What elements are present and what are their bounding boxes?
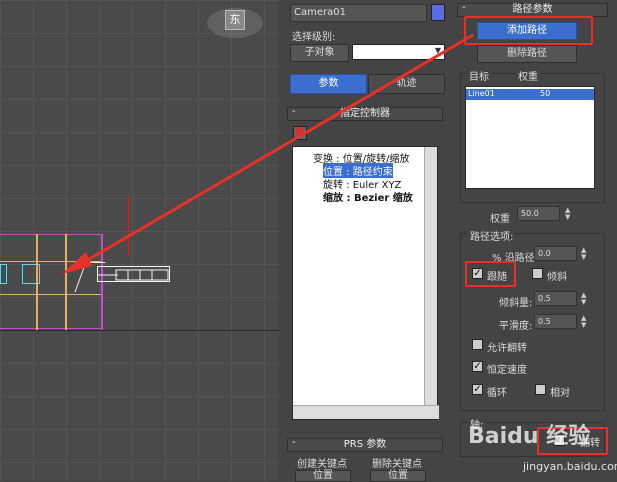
assign-controller-icon[interactable] bbox=[293, 126, 307, 140]
viewcube[interactable]: 东 bbox=[207, 8, 263, 38]
path-box-1 bbox=[0, 264, 7, 284]
tab-params[interactable]: 参数 bbox=[290, 74, 367, 94]
tree-scrollbar-v[interactable] bbox=[424, 147, 437, 405]
create-key-label: 创建关键点 bbox=[297, 459, 347, 470]
viewport[interactable]: 东 bbox=[0, 0, 279, 481]
assign-icon bbox=[296, 127, 304, 135]
path-box-2 bbox=[22, 264, 40, 284]
path-line-top bbox=[0, 234, 103, 235]
path-line-bottom bbox=[0, 294, 103, 295]
loop-checkbox[interactable]: ✓ bbox=[472, 384, 483, 395]
path-row-target: Line01 bbox=[468, 89, 495, 98]
axis-gizmo-v bbox=[128, 196, 129, 256]
bank-label: 倾斜 bbox=[547, 272, 567, 283]
prs-params-title: PRS 参数 bbox=[343, 439, 387, 450]
tree-item-scale[interactable]: 缩放 : Bezier 缩放 bbox=[323, 189, 413, 204]
rollout-collapse-icon: - bbox=[462, 2, 466, 13]
smoothness-spinner[interactable]: ▲ ▼ bbox=[581, 315, 589, 329]
path-options-title: 路径选项: bbox=[468, 228, 516, 243]
watermark-url: jingyan.baidu.com bbox=[523, 460, 617, 473]
delete-key-label: 删除关键点 bbox=[372, 459, 422, 470]
selection-level-label: 选择级别: bbox=[292, 32, 336, 43]
object-name-field[interactable]: Camera01 bbox=[290, 4, 427, 22]
delete-position-key-button[interactable]: 位置 bbox=[370, 470, 426, 482]
smoothness-label: 平滑度: bbox=[499, 321, 533, 332]
rollout-collapse-icon: - bbox=[292, 106, 296, 117]
constant-velocity-checkbox[interactable]: ✓ bbox=[472, 361, 483, 372]
create-position-key-button[interactable]: 位置 bbox=[295, 470, 351, 482]
path-col-target: 目标 bbox=[467, 68, 491, 83]
along-path-spinner[interactable]: ▲ ▼ bbox=[581, 247, 589, 261]
bank-checkbox[interactable] bbox=[532, 268, 543, 279]
camera-icon bbox=[98, 269, 169, 281]
weight-field[interactable]: 50.0 bbox=[517, 206, 560, 221]
weight-spinner[interactable]: ▲ ▼ bbox=[565, 207, 573, 221]
tab-trajectory[interactable]: 轨迹 bbox=[368, 74, 445, 94]
subobject-button[interactable]: 子对象 bbox=[290, 44, 349, 62]
controller-tree[interactable]: 变换 : 位置/旋转/缩放 位置 : 路径约束 旋转 : Euler XYZ 缩… bbox=[292, 146, 439, 420]
prs-params-rollout[interactable]: - PRS 参数 bbox=[287, 437, 443, 452]
relative-label: 相对 bbox=[550, 388, 570, 399]
bank-amount-spinner[interactable]: ▲ ▼ bbox=[581, 292, 589, 306]
assign-controller-rollout[interactable]: - 指定控制器 bbox=[287, 106, 443, 121]
bank-amount-field[interactable]: 0.5 bbox=[534, 291, 577, 306]
smoothness-field[interactable]: 0.5 bbox=[534, 314, 577, 329]
delete-path-button[interactable]: 删除路径 bbox=[477, 45, 577, 63]
annotation-follow bbox=[465, 261, 516, 287]
constant-velocity-label: 恒定速度 bbox=[487, 365, 527, 376]
path-row-weight: 50 bbox=[540, 89, 551, 98]
path-line-v2 bbox=[65, 234, 67, 330]
path-list[interactable]: Line01 50 bbox=[465, 86, 595, 189]
allow-flip-checkbox[interactable] bbox=[472, 339, 483, 350]
assign-controller-title: 指定控制器 bbox=[340, 108, 390, 119]
annotation-add-path bbox=[464, 16, 593, 45]
path-row[interactable]: Line01 50 bbox=[466, 89, 594, 100]
path-params-title: 路径参数 bbox=[512, 4, 553, 15]
viewcube-face[interactable]: 东 bbox=[225, 10, 245, 30]
viewport-horizon bbox=[0, 330, 279, 331]
along-path-field[interactable]: 0.0 bbox=[534, 246, 577, 261]
path-line-base bbox=[0, 328, 103, 329]
relative-checkbox[interactable] bbox=[535, 384, 546, 395]
selection-level-dropdown[interactable]: ▼ bbox=[352, 44, 445, 60]
chevron-down-icon: ▼ bbox=[434, 46, 441, 55]
rollout-collapse-icon: - bbox=[292, 437, 296, 448]
loop-label: 循环 bbox=[487, 388, 507, 399]
camera-object[interactable] bbox=[97, 266, 170, 282]
object-color-swatch[interactable] bbox=[431, 4, 445, 21]
path-params-rollout[interactable]: - 路径参数 bbox=[457, 2, 608, 17]
bank-amount-label: 倾斜量: bbox=[499, 298, 533, 309]
path-col-weight: 权重 bbox=[516, 68, 540, 83]
tree-scrollbar-h[interactable] bbox=[293, 405, 439, 419]
weight-label: 权重 bbox=[490, 214, 510, 225]
allow-flip-label: 允许翻转 bbox=[487, 343, 527, 354]
watermark-logo: Baidu 经验 bbox=[468, 424, 591, 449]
